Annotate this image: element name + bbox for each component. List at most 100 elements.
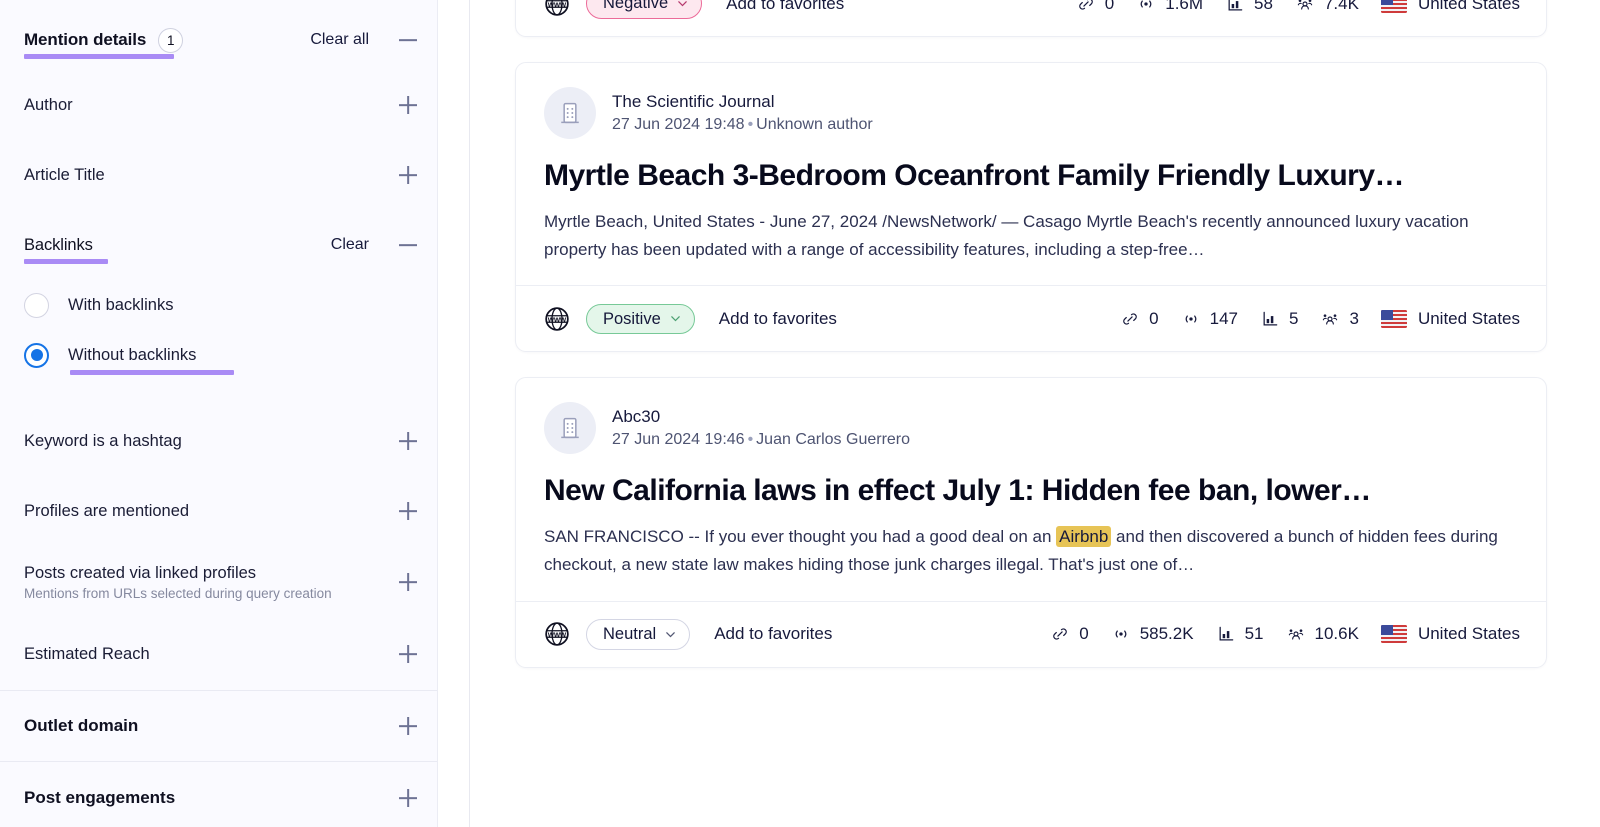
filter-panel: Mention details 1 Clear all Author Artic… [0,0,438,827]
outlet-meta-text: The Scientific Journal 27 Jun 2024 19:48… [612,92,873,134]
expand-posts-linked-profiles-icon[interactable] [397,571,419,593]
outlet-name[interactable]: Abc30 [612,407,910,427]
stat-value: 0 [1104,0,1115,13]
country-label: United States [1417,308,1520,328]
stat-value: 0 [1149,308,1159,328]
radio-label-without-backlinks: Without backlinks [68,345,235,375]
filter-row-actions [397,94,419,116]
country-label: United States [1417,0,1520,13]
filter-label-outlet-domain: Outlet domain [24,716,139,735]
radio-button-with-backlinks[interactable] [24,292,49,318]
mention-card-footer: www Negative Add to favorites 0 1.6M 58 … [516,0,1546,36]
radio-button-without-backlinks[interactable] [24,342,49,368]
mentions-list: www Negative Add to favorites 0 1.6M 58 … [470,0,1600,827]
filter-row-posts-linked-profiles[interactable]: Posts created via linked profiles Mentio… [0,546,437,618]
mention-meta: The Scientific Journal 27 Jun 2024 19:48… [544,87,1518,139]
stat-engagement: 51 [1216,624,1264,644]
section-title-group: Backlinks [24,235,108,264]
sentiment-selector[interactable]: Positive [586,303,695,335]
stat-backlinks: 0 [1076,0,1114,14]
filter-row-estimated-reach[interactable]: Estimated Reach [0,618,437,690]
stat-value: 585.2K [1139,624,1194,644]
stat-value: 5 [1289,308,1299,328]
separator-dot: • [747,431,754,449]
mention-card-body: Abc30 27 Jun 2024 19:46 • Juan Carlos Guer… [516,378,1546,600]
filter-row-article-title[interactable]: Article Title [0,140,437,210]
timestamp: 27 Jun 2024 19:48 [612,116,745,133]
filter-row-actions [397,164,419,186]
expand-estimated-reach-icon[interactable] [397,643,419,665]
filter-row-author[interactable]: Author [0,70,437,140]
radio-without-backlinks[interactable]: Without backlinks [0,330,437,380]
expand-post-engagements-icon[interactable] [397,787,419,809]
expand-article-title-icon[interactable] [397,164,419,186]
snippet-text: Myrtle Beach, United States - June 27, 2… [544,212,1469,259]
collapse-mention-details-icon[interactable] [397,29,419,51]
outlet-avatar [544,402,596,455]
stat-audience: 7.4K [1295,0,1359,14]
section-title-backlinks: Backlinks [24,235,108,264]
footer-left-group: www Negative Add to favorites [544,0,844,19]
stat-reach: 585.2K [1111,624,1194,644]
filter-label-article-title: Article Title [24,165,105,184]
clear-all-button[interactable]: Clear all [310,31,369,49]
author-name: Unknown author [756,116,873,133]
stat-value: 147 [1209,308,1238,328]
section-header-mention-details: Mention details 1 Clear all [0,0,437,70]
clear-backlinks-button[interactable]: Clear [331,236,369,254]
timestamp: 27 Jun 2024 19:46 [612,431,745,449]
filter-row-outlet-domain[interactable]: Outlet domain [0,691,437,761]
expand-profiles-mentioned-icon[interactable] [397,500,419,522]
mention-title[interactable]: Myrtle Beach 3-Bedroom Oceanfront Family… [544,159,1518,193]
collapse-backlinks-icon[interactable] [397,234,419,256]
stat-engagement: 5 [1260,309,1298,329]
expand-keyword-hashtag-icon[interactable] [397,430,419,452]
expand-author-icon[interactable] [397,94,419,116]
www-globe-icon: www [544,621,570,647]
section-title-mention-details: Mention details [24,30,175,59]
filter-row-post-engagements[interactable]: Post engagements [0,762,437,827]
add-to-favorites-button[interactable]: Add to favorites [714,624,832,644]
add-to-favorites-button[interactable]: Add to favorites [726,0,844,14]
add-to-favorites-button[interactable]: Add to favorites [719,309,837,329]
sentiment-label: Neutral [603,625,657,644]
expand-outlet-domain-icon[interactable] [397,715,419,737]
footer-stats-group: 0 147 5 3 United States [1120,309,1520,329]
mention-card[interactable]: www Negative Add to favorites 0 1.6M 58 … [515,0,1547,37]
filter-label-profiles-mentioned: Profiles are mentioned [24,501,190,520]
chart-icon [1219,627,1233,641]
sentiment-label: Positive [603,309,661,328]
radio-with-backlinks[interactable]: With backlinks [0,280,437,330]
chevron-down-icon [670,316,680,322]
mention-title[interactable]: New California laws in effect July 1: Hi… [544,474,1518,508]
mention-timestamp-author: 27 Jun 2024 19:46 • Juan Carlos Guerrero [612,431,910,449]
filter-label-posts-linked-profiles: Posts created via linked profiles [24,563,257,582]
filter-sublabel-posts-linked-profiles: Mentions from URLs selected during query… [24,585,332,601]
mention-details-count-badge: 1 [158,27,184,53]
building-icon [561,102,579,124]
filter-row-actions [397,787,419,809]
sentiment-selector[interactable]: Negative [586,0,703,19]
filter-row-actions [397,430,419,452]
mention-snippet: Myrtle Beach, United States - June 27, 2… [544,208,1518,263]
outlet-name[interactable]: The Scientific Journal [612,92,873,112]
stat-engagement: 58 [1225,0,1273,14]
stat-backlinks: 0 [1120,308,1159,329]
sentiment-selector[interactable]: Neutral [586,619,691,650]
section-title-group: Mention details 1 [24,27,184,59]
chevron-down-icon [666,632,676,638]
svg-text:www: www [547,0,567,8]
filter-row-actions [397,715,419,737]
card-spacer [515,352,1547,377]
stat-value: 51 [1244,624,1264,644]
country-indicator: United States [1380,0,1520,14]
building-icon [561,418,579,439]
stat-audience: 3 [1320,309,1359,329]
filter-row-keyword-hashtag[interactable]: Keyword is a hashtag [0,406,437,476]
filter-row-profiles-mentioned[interactable]: Profiles are mentioned [0,476,437,546]
mention-card[interactable]: Abc30 27 Jun 2024 19:46 • Juan Carlos Guer… [515,377,1547,668]
audience-icon [1297,0,1313,10]
footer-left-group: www Positive Add to favorites [544,303,837,335]
mention-card[interactable]: The Scientific Journal 27 Jun 2024 19:48… [515,62,1547,353]
